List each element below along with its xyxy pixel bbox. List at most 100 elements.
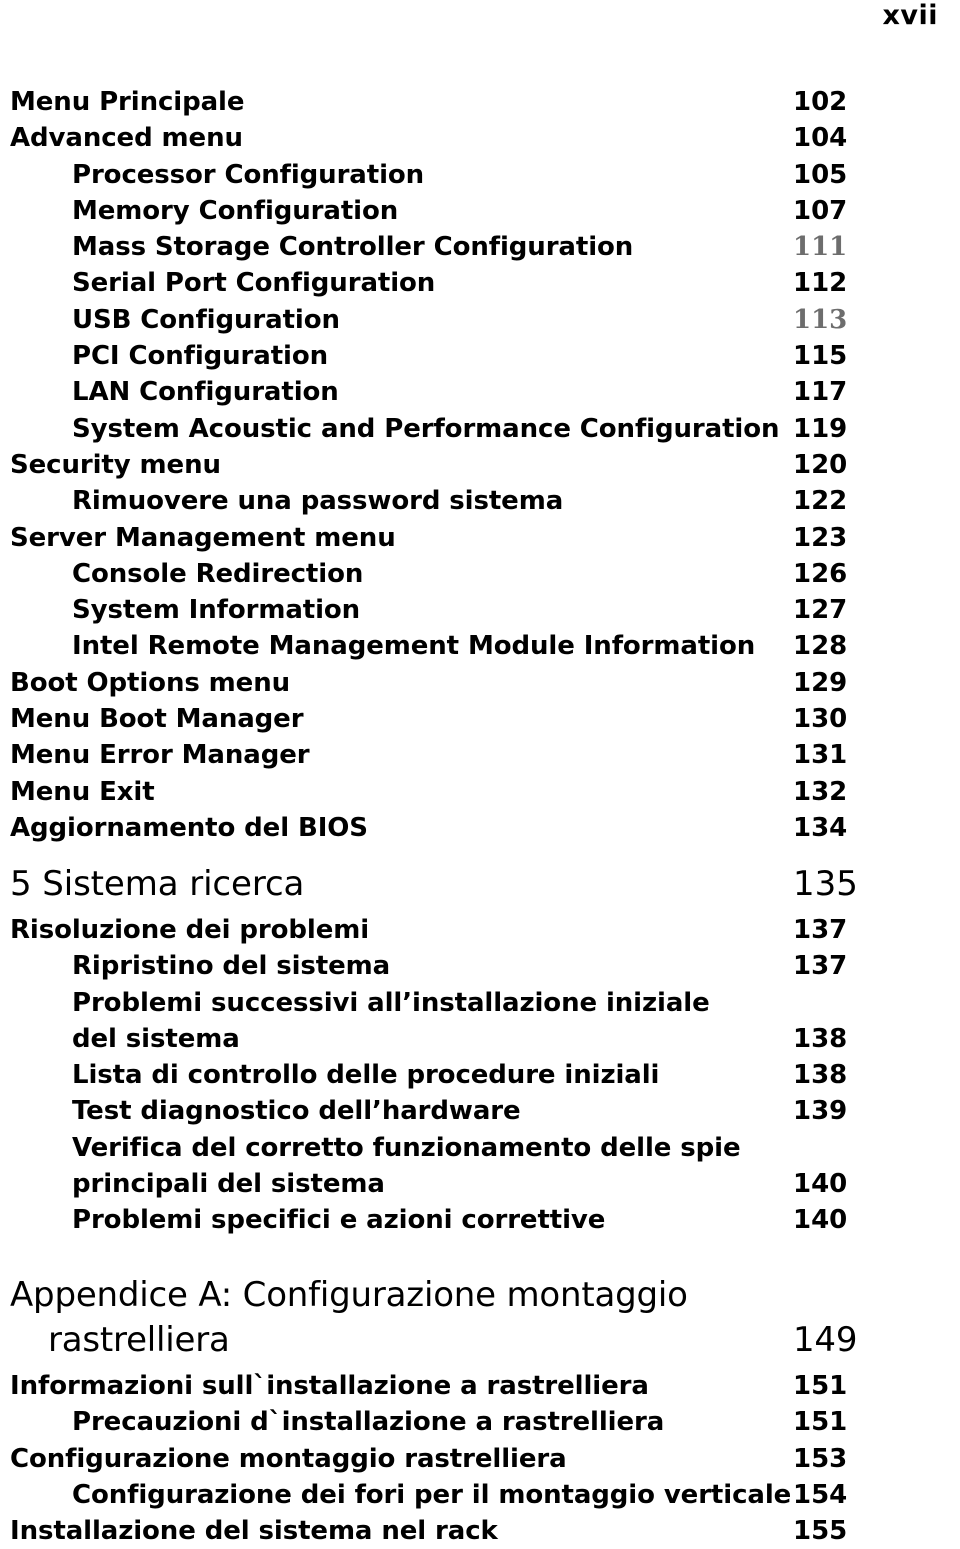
toc-entry-label: del sistema <box>72 1023 240 1054</box>
toc-entry-page-number: 123 <box>793 522 848 553</box>
toc-entry-label: PCI Configuration <box>72 341 329 372</box>
toc-entry-page-number: 139 <box>793 1096 848 1127</box>
toc-entry-label: Ripristino del sistema <box>72 951 391 982</box>
toc-appendix-page-number: 149 <box>793 1320 858 1360</box>
toc-appendix-label-line2: rastrelliera <box>48 1320 230 1360</box>
toc-entry-label: Test diagnostico dell’hardware <box>72 1096 521 1127</box>
toc-entry-page-number: 102 <box>793 87 848 117</box>
toc-entry[interactable]: System Acoustic and Performance Configur… <box>0 411 960 447</box>
toc-entry[interactable]: Risoluzione dei problemi 137 <box>0 912 960 948</box>
toc-entry-label: Configurazione montaggio rastrelliera <box>10 1443 567 1474</box>
toc-entry-label: Boot Options menu <box>10 667 291 698</box>
toc-entry[interactable]: Memory Configuration 107 <box>0 193 960 229</box>
toc-entry[interactable]: Server Management menu 123 <box>0 520 960 556</box>
toc-entry-label: Menu Boot Manager <box>10 704 304 735</box>
toc-chapter-page-number: 135 <box>793 864 858 904</box>
toc-entry[interactable]: Configurazione dei fori per il montaggio… <box>0 1477 960 1513</box>
toc-entry-label: Mass Storage Controller Configuration <box>72 232 634 263</box>
toc-entry-page-number: 127 <box>793 595 848 626</box>
toc-entry-page-number: 119 <box>793 413 848 444</box>
toc-entry[interactable]: Boot Options menu 129 <box>0 665 960 701</box>
toc-entry[interactable]: Problemi successivi all’installazione in… <box>0 985 960 1021</box>
toc-entry[interactable]: Serial Port Configuration 112 <box>0 265 960 301</box>
toc-entry[interactable]: Rimuovere una password sistema 122 <box>0 483 960 519</box>
toc-entry-page-number: 151 <box>793 1371 848 1401</box>
page-folio: xvii <box>882 0 938 31</box>
toc-entry[interactable]: LAN Configuration 117 <box>0 374 960 410</box>
toc-entry-label: Memory Configuration <box>72 195 399 226</box>
toc-entry-label: Installazione del sistema nel rack <box>10 1516 498 1547</box>
toc-entry-page-number: 105 <box>793 159 848 190</box>
toc-entry-page-number: 107 <box>793 195 848 226</box>
toc-entry-page-number: 129 <box>793 667 848 698</box>
toc-entry-label: Menu Principale <box>10 87 245 117</box>
toc-entry[interactable]: Precauzioni d`installazione a rastrellie… <box>0 1404 960 1440</box>
toc-entry[interactable]: Lista di controllo delle procedure inizi… <box>0 1057 960 1093</box>
toc-entry-label: Menu Error Manager <box>10 740 310 771</box>
toc-entry[interactable]: principali del sistema 140 <box>0 1166 960 1202</box>
toc-entry-page-number: 115 <box>793 341 848 372</box>
toc-entry-label: Serial Port Configuration <box>72 268 436 299</box>
toc-entry[interactable]: USB Configuration 113 <box>0 302 960 338</box>
toc-entry-page-number: 132 <box>793 776 848 807</box>
toc-entry-label: USB Configuration <box>72 304 340 335</box>
toc-entry[interactable]: Intel Remote Management Module Informati… <box>0 628 960 664</box>
toc-chapter-label: 5 Sistema ricerca <box>10 864 305 904</box>
toc-entry[interactable]: Ripristino del sistema 137 <box>0 948 960 984</box>
toc-entry-label: Informazioni sull`installazione a rastre… <box>10 1371 649 1401</box>
toc-entry[interactable]: Menu Principale 102 <box>0 84 960 120</box>
toc-entry[interactable]: Menu Exit 132 <box>0 774 960 810</box>
toc-entry-page-number: 153 <box>793 1443 848 1474</box>
toc-entry[interactable]: PCI Configuration 115 <box>0 338 960 374</box>
toc-entry-page-number: 113 <box>793 304 848 335</box>
toc-entry[interactable]: Installazione del sistema nel rack 155 <box>0 1513 960 1549</box>
toc-entry-page-number: 137 <box>793 951 848 982</box>
toc-entry-page-number: 130 <box>793 704 848 735</box>
toc-entry[interactable]: Advanced menu 104 <box>0 120 960 156</box>
toc-page: xvii Menu Principale 102 Advanced menu 104 P… <box>0 0 960 1548</box>
toc-entry-label: Configurazione dei fori per il montaggio… <box>72 1479 792 1510</box>
toc-entry[interactable]: Problemi specifici e azioni correttive 14… <box>0 1202 960 1238</box>
toc-entry[interactable]: System Information 127 <box>0 592 960 628</box>
toc-entry-page-number: 128 <box>793 631 848 662</box>
toc-entry-label: Problemi successivi all’installazione in… <box>72 987 710 1018</box>
toc-entry[interactable]: Security menu 120 <box>0 447 960 483</box>
toc-entry[interactable]: Aggiornamento del BIOS 134 <box>0 810 960 846</box>
toc-entry-label: Security menu <box>10 449 221 480</box>
toc-entry-label: LAN Configuration <box>72 377 339 408</box>
toc-entry[interactable]: Processor Configuration 105 <box>0 157 960 193</box>
toc-entry[interactable]: Verifica del corretto funzionamento dell… <box>0 1130 960 1166</box>
toc-entry-page-number: 111 <box>793 232 848 263</box>
toc-entry[interactable]: Configurazione montaggio rastrelliera 153 <box>0 1441 960 1477</box>
toc-entry[interactable]: Mass Storage Controller Configuration 111 <box>0 229 960 265</box>
toc-appendix-label-line1: Appendice A: Configurazione montaggio <box>10 1275 688 1315</box>
toc-entry-page-number: 138 <box>793 1023 848 1054</box>
toc-entry-page-number: 154 <box>793 1479 848 1510</box>
toc-entry[interactable]: Console Redirection 126 <box>0 556 960 592</box>
toc-entry-page-number: 104 <box>793 123 848 154</box>
toc-entry-page-number: 140 <box>793 1169 848 1200</box>
toc-entry[interactable]: Menu Error Manager 131 <box>0 737 960 773</box>
toc-entry-label: Intel Remote Management Module Informati… <box>72 631 756 662</box>
toc-appendix-heading[interactable]: Appendice A: Configurazione montaggio ras… <box>0 1272 960 1368</box>
toc-entry-page-number: 134 <box>793 812 848 843</box>
toc-section-appendix-a: Appendice A: Configurazione montaggio ras… <box>0 1272 960 1549</box>
toc-section-bios: Menu Principale 102 Advanced menu 104 Proces… <box>0 84 960 846</box>
toc-chapter-heading[interactable]: 5 Sistema ricerca 135 <box>0 862 960 912</box>
toc-entry[interactable]: del sistema 138 <box>0 1021 960 1057</box>
toc-entry-label: Lista di controllo delle procedure inizi… <box>72 1060 660 1091</box>
toc-entry-label: Advanced menu <box>10 123 243 154</box>
toc-section-chapter5: 5 Sistema ricerca 135 Risoluzione dei prob… <box>0 862 960 1239</box>
toc-entry-page-number: 126 <box>793 558 848 589</box>
toc-entry-label: Console Redirection <box>72 558 364 589</box>
toc-entry-label: Aggiornamento del BIOS <box>10 812 368 843</box>
toc-entry-label: Processor Configuration <box>72 159 425 190</box>
toc-entry-page-number: 112 <box>793 268 848 299</box>
toc-entry[interactable]: Menu Boot Manager 130 <box>0 701 960 737</box>
toc-entry-page-number: 122 <box>793 486 848 517</box>
toc-entry-label: principali del sistema <box>72 1169 385 1200</box>
toc-entry[interactable]: Test diagnostico dell’hardware 139 <box>0 1093 960 1129</box>
toc-entry-page-number: 138 <box>793 1060 848 1091</box>
toc-entry[interactable]: Informazioni sull`installazione a rastre… <box>0 1368 960 1404</box>
toc-entry-page-number: 140 <box>793 1205 848 1236</box>
